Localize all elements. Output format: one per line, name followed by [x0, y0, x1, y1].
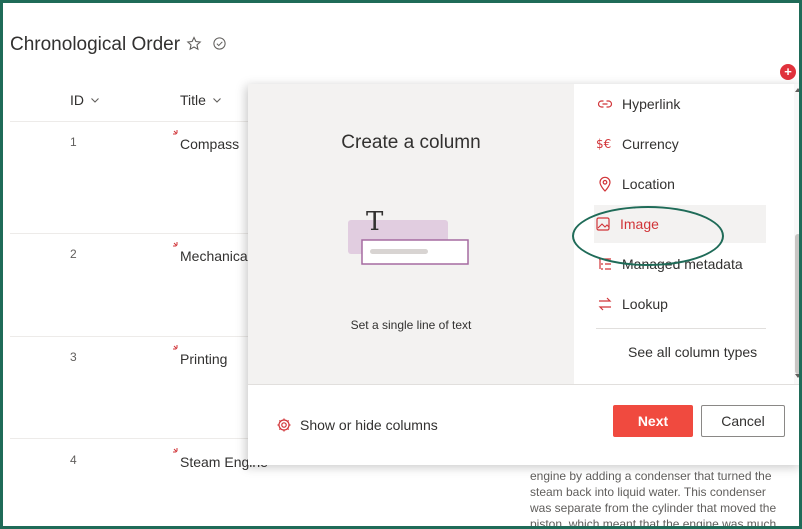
row-separator	[10, 121, 248, 122]
link-icon	[596, 95, 614, 113]
row-title-link[interactable]: Mechanical	[180, 248, 248, 264]
next-button[interactable]: Next	[613, 405, 693, 437]
description-line: engine by adding a condenser that turned…	[530, 469, 772, 483]
check-circle-icon[interactable]	[212, 36, 227, 52]
scroll-up-icon[interactable]	[795, 88, 801, 92]
column-type-label: Currency	[622, 136, 679, 152]
column-header-id-label: ID	[70, 92, 84, 108]
currency-icon: $€	[596, 135, 614, 153]
column-type-currency[interactable]: $€ Currency	[596, 125, 768, 163]
row-id: 1	[70, 135, 77, 149]
illustration-glyph: T	[366, 207, 384, 237]
lookup-icon	[596, 295, 614, 313]
column-type-managed-metadata[interactable]: Managed metadata	[596, 245, 768, 283]
add-column-plus-icon[interactable]: +	[780, 64, 796, 80]
star-icon[interactable]	[186, 36, 202, 52]
type-list-divider	[596, 328, 766, 329]
row-title-link[interactable]: Printing	[180, 351, 227, 367]
show-hide-columns-label: Show or hide columns	[300, 417, 438, 433]
svg-text:$€: $€	[596, 137, 611, 151]
column-type-lookup[interactable]: Lookup	[596, 285, 768, 323]
column-type-list: Hyperlink $€ Currency Location Image Man…	[574, 84, 802, 384]
gear-icon	[277, 418, 291, 432]
text-field-illustration-icon: T	[348, 207, 469, 265]
chevron-down-icon	[91, 98, 99, 103]
preview-caption: Set a single line of text	[350, 318, 472, 332]
row-title-link[interactable]: Compass	[180, 136, 239, 152]
row-id: 2	[70, 247, 77, 261]
cancel-button[interactable]: Cancel	[701, 405, 785, 437]
location-icon	[596, 175, 614, 193]
column-type-label: Hyperlink	[622, 96, 681, 112]
type-list-scrollbar[interactable]	[794, 84, 802, 384]
panel-footer: Show or hide columns Next Cancel	[248, 384, 802, 465]
scroll-down-icon[interactable]	[795, 374, 801, 378]
tree-icon	[596, 255, 614, 273]
create-column-panel: Create a column T Set a single line of t…	[248, 84, 802, 465]
column-type-label: Location	[622, 176, 675, 192]
scroll-thumb[interactable]	[795, 234, 801, 374]
column-type-label: Managed metadata	[622, 256, 743, 272]
description-line: piston, which meant that the engine was …	[530, 517, 777, 529]
description-line: was separate from the cylinder that move…	[530, 501, 777, 515]
column-type-image[interactable]: Image	[594, 205, 766, 243]
column-type-label: Lookup	[622, 296, 668, 312]
page-title: Chronological Order	[10, 34, 181, 55]
row-id: 4	[70, 453, 77, 467]
chevron-down-icon	[213, 98, 221, 103]
show-hide-columns-button[interactable]: Show or hide columns	[276, 417, 438, 433]
description-line: steam back into liquid water. This conde…	[530, 485, 766, 499]
column-type-label: Image	[620, 216, 659, 232]
create-column-title: Create a column	[341, 132, 481, 153]
title-icons	[186, 36, 227, 52]
column-header-title-label: Title	[180, 92, 206, 108]
column-type-hyperlink[interactable]: Hyperlink	[596, 85, 768, 123]
image-icon	[594, 215, 612, 233]
row-description: engine by adding a condenser that turned…	[530, 468, 780, 529]
column-header-id[interactable]: ID	[70, 92, 100, 108]
row-id: 3	[70, 350, 77, 364]
column-preview-pane: Create a column T Set a single line of t…	[248, 84, 574, 384]
row-separator	[10, 438, 248, 439]
row-separator	[10, 336, 248, 337]
row-separator	[10, 233, 248, 234]
see-all-column-types-link[interactable]: See all column types	[628, 344, 757, 360]
column-header-title[interactable]: Title	[180, 92, 222, 108]
column-type-location[interactable]: Location	[596, 165, 768, 203]
